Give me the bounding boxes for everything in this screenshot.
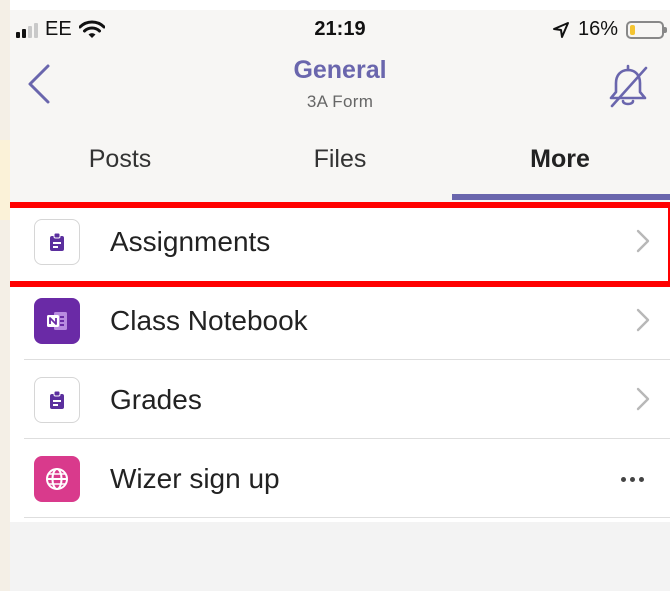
active-tab-indicator — [452, 194, 670, 200]
background-paper-stain — [0, 140, 10, 220]
notifications-button[interactable] — [604, 62, 652, 110]
app-header: EE 21:19 16% General 3A Form Posts Files… — [10, 10, 670, 202]
list-item-assignments[interactable]: Assignments — [10, 202, 670, 287]
chevron-right-icon — [636, 387, 650, 411]
status-right: 16% — [552, 18, 667, 41]
more-tab-list: Assignments Class Notebook Grades Wizer … — [10, 202, 670, 518]
bell-off-icon — [609, 64, 648, 108]
grades-icon — [34, 377, 80, 423]
list-item-label: Wizer sign up — [110, 463, 280, 494]
phone-screen: EE 21:19 16% General 3A Form Posts Files… — [10, 10, 670, 591]
globe-icon — [34, 456, 80, 502]
list-item-label: Grades — [110, 384, 202, 415]
status-bar: EE 21:19 16% — [10, 10, 670, 50]
battery-level-fill — [630, 24, 635, 35]
tab-files[interactable]: Files — [230, 134, 450, 202]
chevron-right-icon — [636, 229, 650, 253]
more-icon[interactable] — [621, 477, 644, 482]
assignments-icon — [34, 219, 80, 265]
background-paper — [0, 0, 10, 591]
tab-posts[interactable]: Posts — [10, 134, 230, 202]
battery-icon — [626, 20, 667, 39]
channel-tabs: Posts Files More — [10, 134, 670, 202]
list-item-grades[interactable]: Grades — [10, 360, 670, 439]
highlight-box — [10, 202, 670, 287]
navigation-bar: General 3A Form — [10, 52, 670, 114]
empty-area — [10, 522, 670, 591]
channel-title: General — [293, 56, 387, 84]
list-item-wizer-sign-up[interactable]: Wizer sign up — [10, 439, 670, 518]
team-subtitle: 3A Form — [306, 92, 374, 111]
chevron-right-icon — [636, 308, 650, 332]
location-icon — [552, 21, 569, 38]
list-item-label: Class Notebook — [110, 305, 308, 336]
list-item-class-notebook[interactable]: Class Notebook — [10, 281, 670, 360]
onenote-icon — [34, 298, 80, 344]
battery-percent: 16% — [577, 18, 618, 40]
list-item-label: Assignments — [110, 226, 271, 257]
tab-more[interactable]: More — [450, 134, 670, 202]
